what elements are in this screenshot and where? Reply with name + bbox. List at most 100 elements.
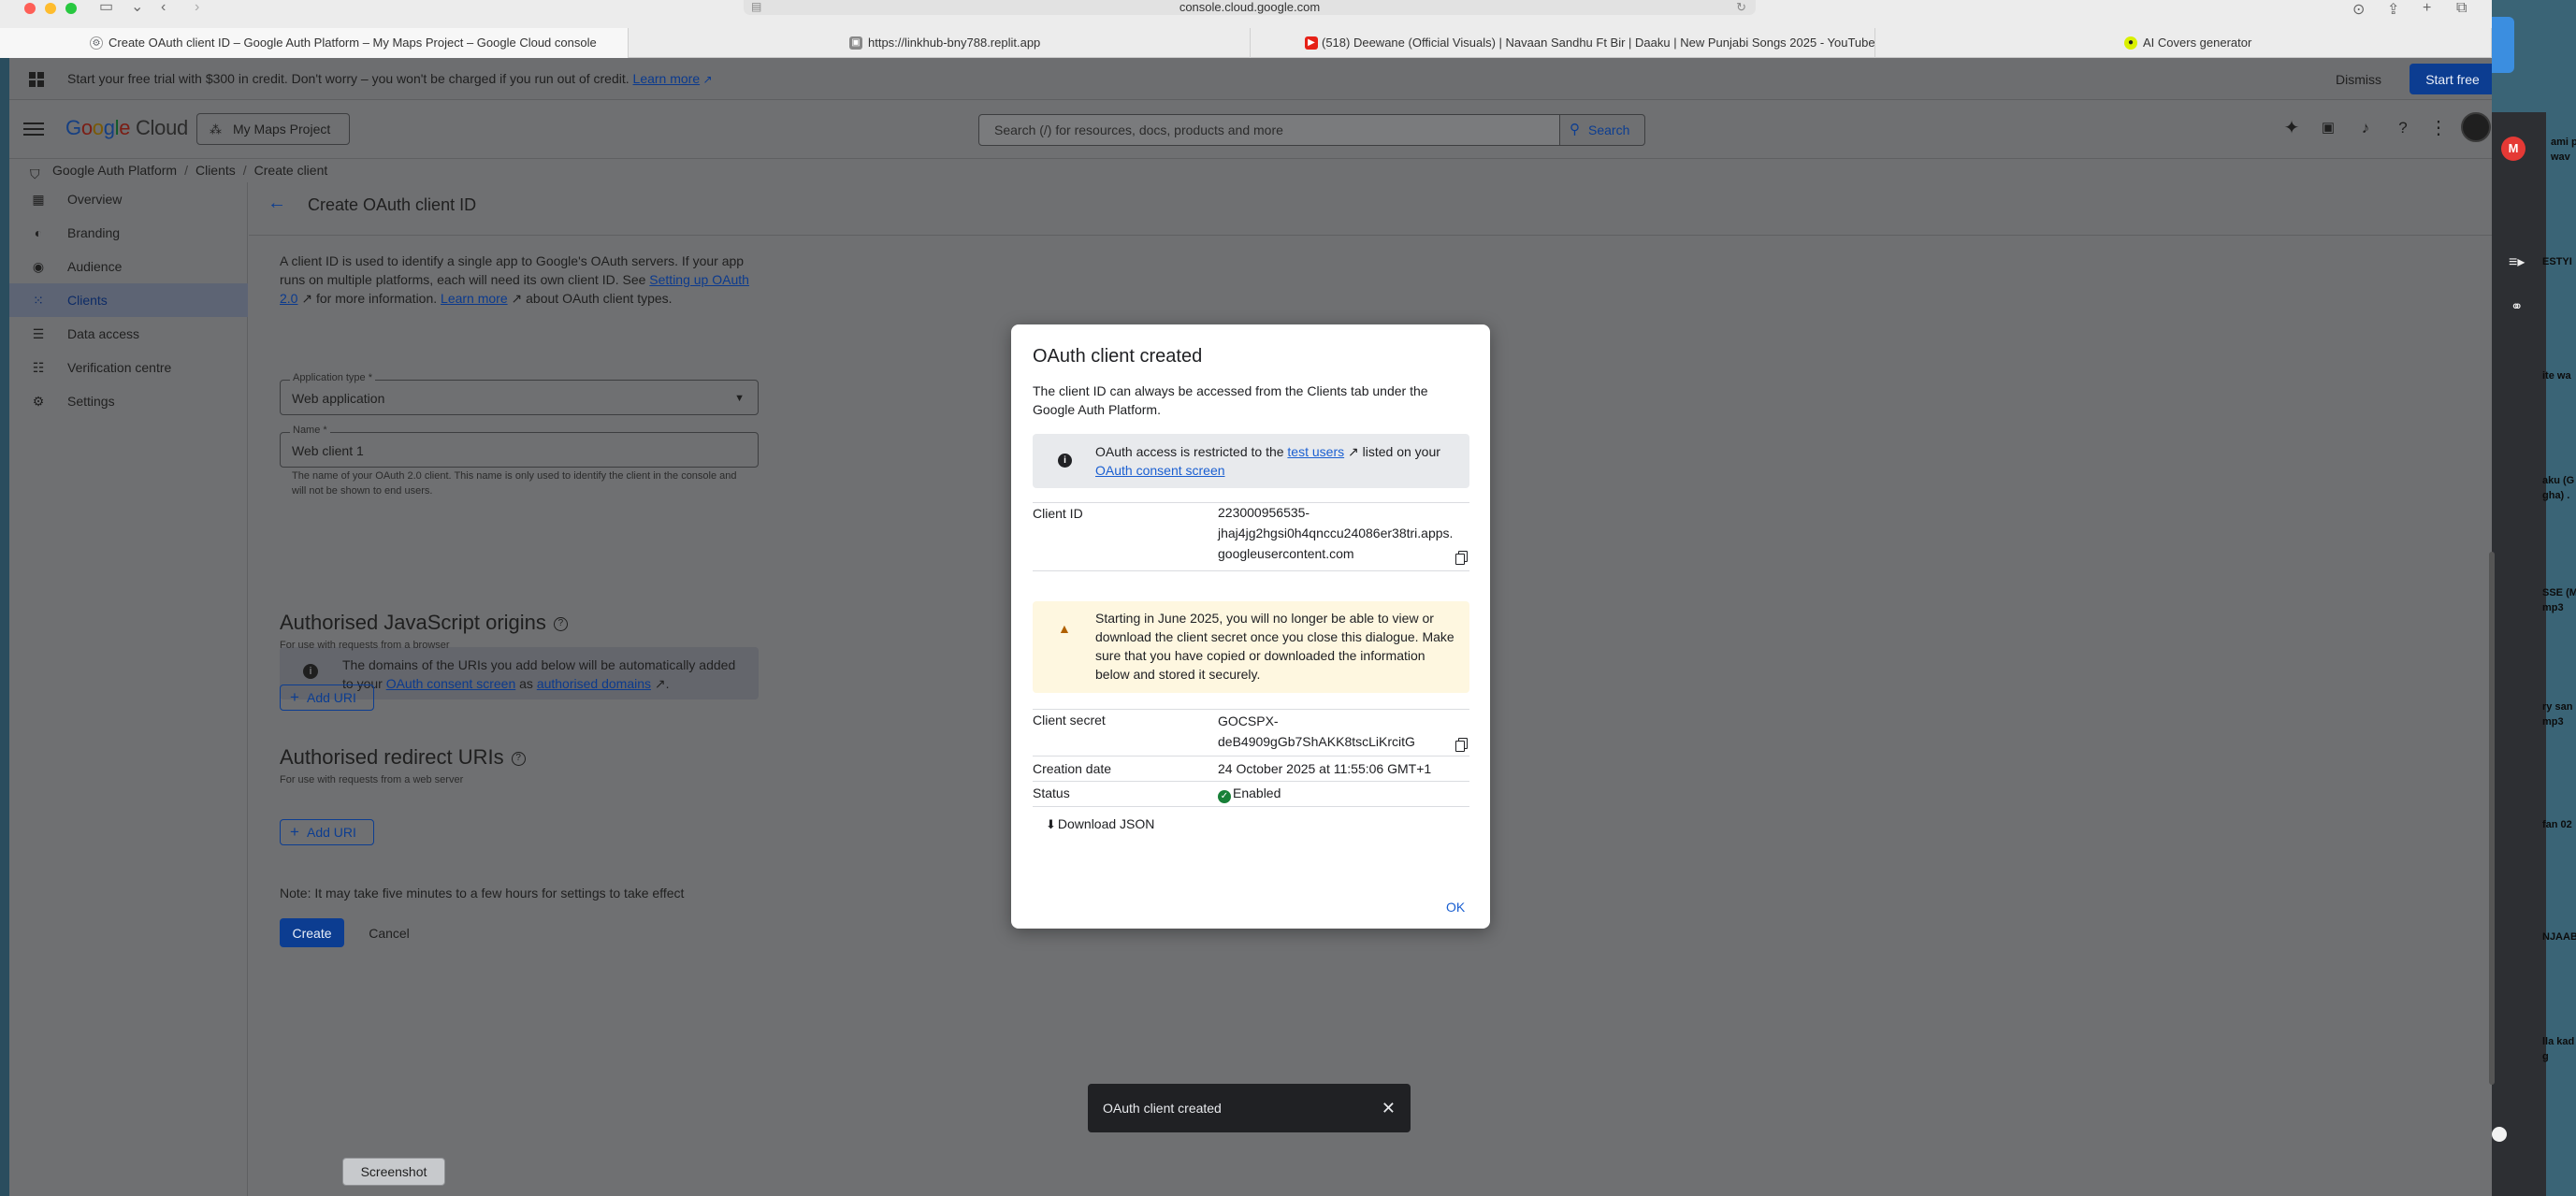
tab-youtube[interactable]: ▶ (518) Deewane (Official Visuals) | Nav… bbox=[1251, 28, 1875, 58]
mix-icon[interactable]: ⚭ bbox=[2511, 297, 2523, 316]
sidebar-item-clients[interactable]: ⁙ Clients bbox=[9, 283, 248, 317]
test-users-link[interactable]: test users bbox=[1287, 444, 1344, 459]
sidebar-item-data-access[interactable]: ☰ Data access bbox=[9, 317, 248, 351]
minimize-window-button[interactable] bbox=[45, 3, 56, 14]
page-header: ← Create OAuth client ID bbox=[249, 182, 2492, 236]
tab-ai-covers[interactable]: ● AI Covers generator bbox=[1875, 28, 2492, 58]
project-icon: ⁂ bbox=[210, 122, 222, 137]
dismiss-button[interactable]: Dismiss bbox=[2336, 68, 2381, 91]
reload-icon[interactable]: ↻ bbox=[1736, 0, 1746, 14]
channel-avatar[interactable]: M bbox=[2501, 137, 2525, 161]
sidebar-item-settings[interactable]: ⚙ Settings bbox=[9, 384, 248, 418]
sidebar-item-verification-centre[interactable]: ☷ Verification centre bbox=[9, 351, 248, 384]
project-picker[interactable]: ⁂ My Maps Project bbox=[196, 113, 350, 145]
side-media-panel: ami pre wav ESTYI ite wa aku (G gha) . S… bbox=[2492, 0, 2576, 1196]
scroll-knob[interactable] bbox=[2492, 1127, 2507, 1142]
name-help-text: The name of your OAuth 2.0 client. This … bbox=[292, 470, 737, 497]
sidebar-item-audience[interactable]: ◉ Audience bbox=[9, 250, 248, 283]
search-input[interactable]: Search (/) for resources, docs, products… bbox=[978, 114, 1560, 146]
google-cloud-logo[interactable]: Google Cloud bbox=[65, 116, 188, 140]
side-snippet: SSE (M bbox=[2542, 587, 2576, 598]
notifications-icon[interactable]: ♪ bbox=[2354, 117, 2377, 139]
plus-icon: + bbox=[290, 688, 299, 706]
share-icon[interactable]: ⇪ bbox=[2387, 0, 2399, 19]
create-button[interactable]: Create bbox=[280, 918, 344, 947]
console-header: Google Cloud ⁂ My Maps Project Search (/)… bbox=[9, 100, 2492, 159]
start-free-button[interactable]: Start free bbox=[2410, 64, 2492, 94]
sidebar-item-branding[interactable]: ◐ Branding bbox=[9, 216, 248, 250]
close-window-button[interactable] bbox=[24, 3, 36, 14]
authorised-domains-link[interactable]: authorised domains bbox=[537, 676, 651, 691]
divider bbox=[1033, 709, 1469, 710]
learn-more-link[interactable]: Learn more bbox=[441, 291, 508, 306]
tab-title: Create OAuth client ID – Google Auth Pla… bbox=[109, 36, 597, 50]
client-id-label: Client ID bbox=[1033, 506, 1083, 521]
snackbar-text: OAuth client created bbox=[1103, 1101, 1222, 1116]
tab-linkhub[interactable]: ▣ https://linkhub-bny788.replit.app bbox=[629, 28, 1251, 58]
forward-icon[interactable]: › bbox=[195, 0, 199, 17]
application-type-label: Application type * bbox=[290, 372, 375, 383]
back-icon[interactable]: ‹ bbox=[161, 0, 166, 17]
help-icon[interactable]: ? bbox=[2392, 117, 2414, 139]
copy-client-secret-icon[interactable] bbox=[1455, 738, 1468, 752]
copy-client-id-icon[interactable] bbox=[1455, 551, 1468, 565]
gear-icon: ⚙ bbox=[90, 36, 103, 50]
side-snippet: lla kad bbox=[2542, 1036, 2575, 1047]
side-snippet: ami pre bbox=[2551, 137, 2576, 148]
help-icon[interactable]: ? bbox=[511, 751, 526, 766]
tab-overview-icon[interactable]: ⧉ bbox=[2456, 0, 2467, 17]
sidebar-toggle-icon[interactable]: ▭ bbox=[99, 0, 113, 17]
help-icon[interactable]: ? bbox=[553, 616, 568, 631]
more-vert-icon[interactable]: ⋮ bbox=[2427, 117, 2450, 139]
breadcrumb-item[interactable]: Clients bbox=[195, 163, 236, 178]
client-secret-value: GOCSPX- deB4909gGb7ShAKK8tscLiKrcitG bbox=[1218, 713, 1415, 749]
gemini-icon[interactable]: ✦ bbox=[2280, 117, 2303, 139]
side-snippet: gha) . bbox=[2542, 490, 2570, 501]
divider bbox=[1033, 570, 1469, 571]
application-type-select[interactable]: Application type * Web application ▼ bbox=[280, 372, 759, 415]
queue-icon[interactable]: ≡▸ bbox=[2509, 252, 2525, 271]
menu-icon[interactable] bbox=[23, 120, 44, 137]
check-circle-icon: ✓ bbox=[1218, 790, 1231, 803]
chevron-down-icon[interactable]: ⌄ bbox=[131, 0, 143, 17]
address-bar[interactable]: ▤ console.cloud.google.com ↻ bbox=[744, 0, 1756, 15]
close-icon[interactable]: ✕ bbox=[1382, 1084, 1396, 1132]
sidebar-item-overview[interactable]: ▦ Overview bbox=[9, 182, 248, 216]
oauth-consent-screen-link[interactable]: OAuth consent screen bbox=[1095, 463, 1225, 478]
person-icon: ◉ bbox=[32, 259, 45, 274]
zoom-window-button[interactable] bbox=[65, 3, 77, 14]
search-icon: ⚲ bbox=[1570, 122, 1580, 137]
side-snippet: ESTYI bbox=[2542, 256, 2572, 267]
cancel-button[interactable]: Cancel bbox=[361, 918, 417, 947]
tab-google-cloud[interactable]: ⚙ Create OAuth client ID – Google Auth P… bbox=[0, 28, 629, 58]
scrollbar[interactable] bbox=[2489, 552, 2495, 1085]
client-id-value: 223000956535- jhaj4jg2hgsi0h4qnccu24086e… bbox=[1218, 505, 1454, 561]
name-field[interactable]: Name * Web client 1 bbox=[280, 425, 759, 468]
tab-title: AI Covers generator bbox=[2143, 36, 2252, 50]
new-tab-icon[interactable]: + bbox=[2423, 0, 2431, 17]
add-js-origin-uri-button[interactable]: + Add URI bbox=[280, 684, 374, 711]
oauth-consent-screen-link[interactable]: OAuth consent screen bbox=[386, 676, 516, 691]
download-icon: ⬇ bbox=[1046, 816, 1056, 831]
js-origins-title: Authorised JavaScript origins? bbox=[280, 611, 568, 635]
credit-card-icon bbox=[29, 72, 44, 87]
search-button[interactable]: ⚲ Search bbox=[1559, 114, 1645, 146]
add-redirect-uri-button[interactable]: + Add URI bbox=[280, 819, 374, 845]
client-secret-warning: ▲ Starting in June 2025, you will no lon… bbox=[1033, 601, 1469, 693]
learn-more-link[interactable]: Learn more bbox=[633, 71, 701, 86]
side-snippet: mp3 bbox=[2542, 602, 2564, 613]
screenshot-tooltip: Screenshot bbox=[342, 1158, 445, 1186]
ok-button[interactable]: OK bbox=[1446, 897, 1465, 917]
page-settings-icon[interactable]: ▤ bbox=[751, 0, 761, 14]
download-icon[interactable]: ⊙ bbox=[2352, 0, 2365, 19]
dialog-description: The client ID can always be accessed fro… bbox=[1033, 383, 1428, 417]
breadcrumb: ⛉ Google Auth Platform / Clients / Create cl… bbox=[9, 159, 2492, 182]
avatar[interactable] bbox=[2461, 112, 2491, 142]
back-arrow-icon[interactable]: ← bbox=[268, 193, 286, 214]
download-json-button[interactable]: ⬇ Download JSON bbox=[1046, 813, 1154, 835]
cloud-shell-icon[interactable]: ▣ bbox=[2317, 117, 2339, 139]
status-value: ✓ Enabled bbox=[1218, 783, 1281, 803]
page-title: Create OAuth client ID bbox=[308, 195, 477, 214]
test-users-info-box: i OAuth access is restricted to the test… bbox=[1033, 434, 1469, 488]
breadcrumb-item[interactable]: Google Auth Platform bbox=[52, 163, 177, 178]
